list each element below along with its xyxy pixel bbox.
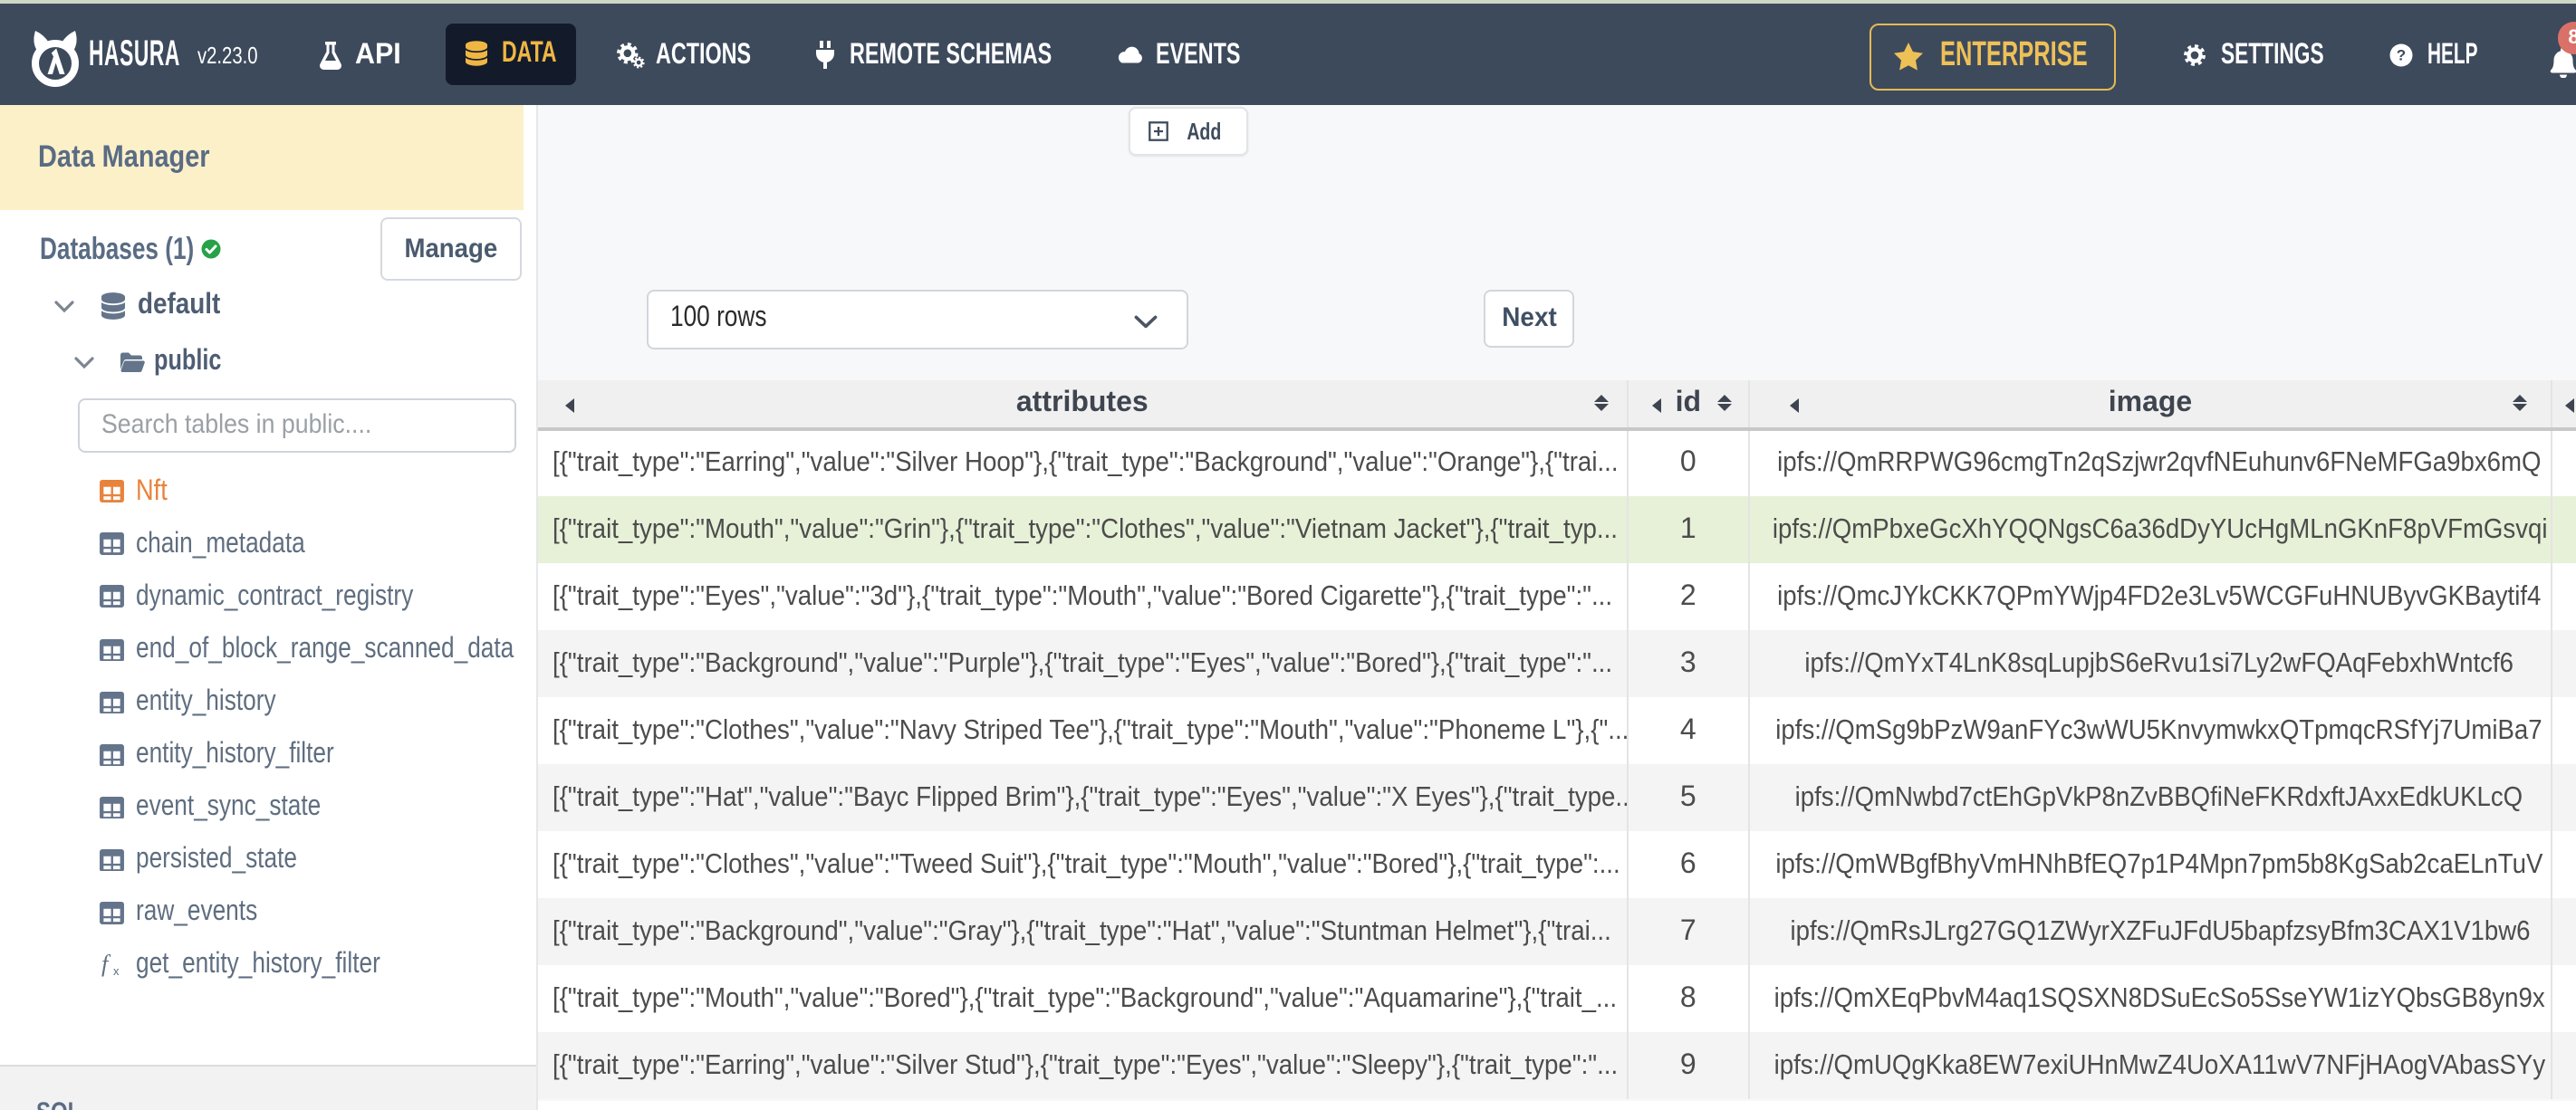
svg-text:?: ? <box>2397 47 2406 64</box>
svg-text:f: f <box>101 952 111 978</box>
svg-text:x: x <box>113 965 120 979</box>
